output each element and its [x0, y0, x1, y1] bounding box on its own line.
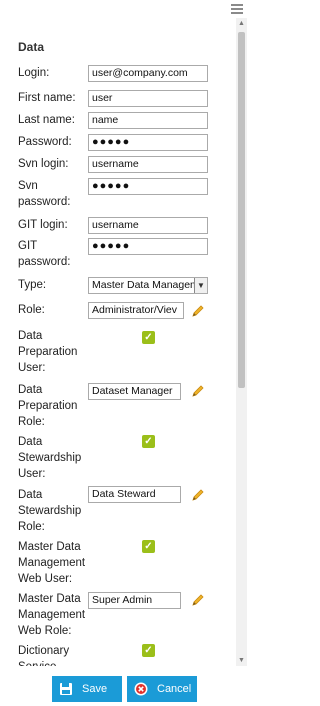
mdm-user-label: Master Data Management Web User: [18, 541, 86, 585]
pencil-icon[interactable] [191, 593, 205, 607]
dp-user-label: Data Preparation User: [18, 330, 78, 374]
login-field[interactable]: user@company.com [88, 65, 208, 82]
ds-user-checkbox[interactable]: ✓ [142, 435, 155, 448]
git-login-label: GIT login: [18, 219, 68, 231]
dp-role-label: Data Preparation Role: [18, 384, 78, 428]
checkmark-icon: ✓ [144, 541, 153, 552]
checkmark-icon: ✓ [144, 645, 153, 656]
dp-user-checkbox[interactable]: ✓ [142, 331, 155, 344]
pencil-icon[interactable] [191, 384, 205, 398]
mdm-user-checkbox[interactable]: ✓ [142, 540, 155, 553]
first-name-label: First name: [18, 92, 76, 104]
type-select[interactable]: Master Data Managem ▼ [88, 277, 208, 294]
hamburger-menu-icon[interactable] [231, 4, 243, 14]
checkmark-icon: ✓ [144, 332, 153, 343]
mdm-user-row: Master Data Management Web User: ✓ [18, 539, 208, 589]
ds-role-row: Data Stewardship Role: Data Steward [18, 486, 218, 537]
first-name-field[interactable]: user [88, 90, 208, 107]
svn-login-field[interactable]: username [88, 156, 208, 173]
git-password-field[interactable]: ●●●●● [88, 238, 208, 255]
floppy-disk-icon [60, 683, 72, 695]
ds-role-label: Data Stewardship Role: [18, 489, 82, 533]
git-password-label: GIT password: [18, 240, 71, 268]
save-button-label: Save [82, 683, 108, 695]
role-field[interactable]: Administrator/Viev [88, 302, 184, 319]
section-title: Data [18, 40, 45, 54]
scrollbar-thumb[interactable] [238, 32, 245, 388]
last-name-label: Last name: [18, 114, 75, 126]
dialog-footer: Save Cancel [0, 666, 247, 706]
dict-user-label: Dictionary Service User: [18, 645, 70, 666]
mdm-role-label: Master Data Management Web Role: [18, 593, 86, 637]
save-button[interactable]: Save [52, 676, 122, 702]
ds-user-label: Data Stewardship User: [18, 436, 82, 480]
dp-role-row: Data Preparation Role: Dataset Manager [18, 382, 218, 432]
cancel-button-label: Cancel [157, 683, 192, 695]
pencil-icon[interactable] [191, 304, 205, 318]
last-name-field[interactable]: name [88, 112, 208, 129]
vertical-scrollbar[interactable]: ▲ ▼ [236, 18, 247, 666]
svn-password-label: Svn password: [18, 180, 71, 208]
type-select-value: Master Data Managem [92, 279, 199, 291]
dp-role-field[interactable]: Dataset Manager [88, 383, 181, 400]
dict-user-row: Dictionary Service User: ✓ [18, 643, 208, 666]
scroll-down-icon[interactable]: ▼ [236, 655, 247, 666]
type-label: Type: [18, 279, 47, 291]
user-data-panel: Data Login: user@company.com First name:… [0, 18, 232, 666]
ds-role-field[interactable]: Data Steward [88, 486, 181, 503]
svn-login-label: Svn login: [18, 158, 69, 170]
checkmark-icon: ✓ [144, 436, 153, 447]
password-label: Password: [18, 136, 72, 148]
git-login-field[interactable]: username [88, 217, 208, 234]
pencil-icon[interactable] [191, 488, 205, 502]
password-field[interactable]: ●●●●● [88, 134, 208, 151]
mdm-role-row: Master Data Management Web Role: Super A… [18, 591, 218, 641]
cancel-circle-icon [134, 682, 148, 696]
ds-user-row: Data Stewardship User: ✓ [18, 434, 208, 484]
dp-user-row: Data Preparation User: ✓ [18, 328, 208, 378]
cancel-button[interactable]: Cancel [127, 676, 197, 702]
svn-password-field[interactable]: ●●●●● [88, 178, 208, 195]
dict-user-checkbox[interactable]: ✓ [142, 644, 155, 657]
mdm-role-field[interactable]: Super Admin [88, 592, 181, 609]
login-label: Login: [18, 67, 50, 79]
role-label: Role: [18, 304, 45, 316]
scroll-up-icon[interactable]: ▲ [236, 18, 247, 29]
chevron-down-icon[interactable]: ▼ [194, 278, 207, 293]
